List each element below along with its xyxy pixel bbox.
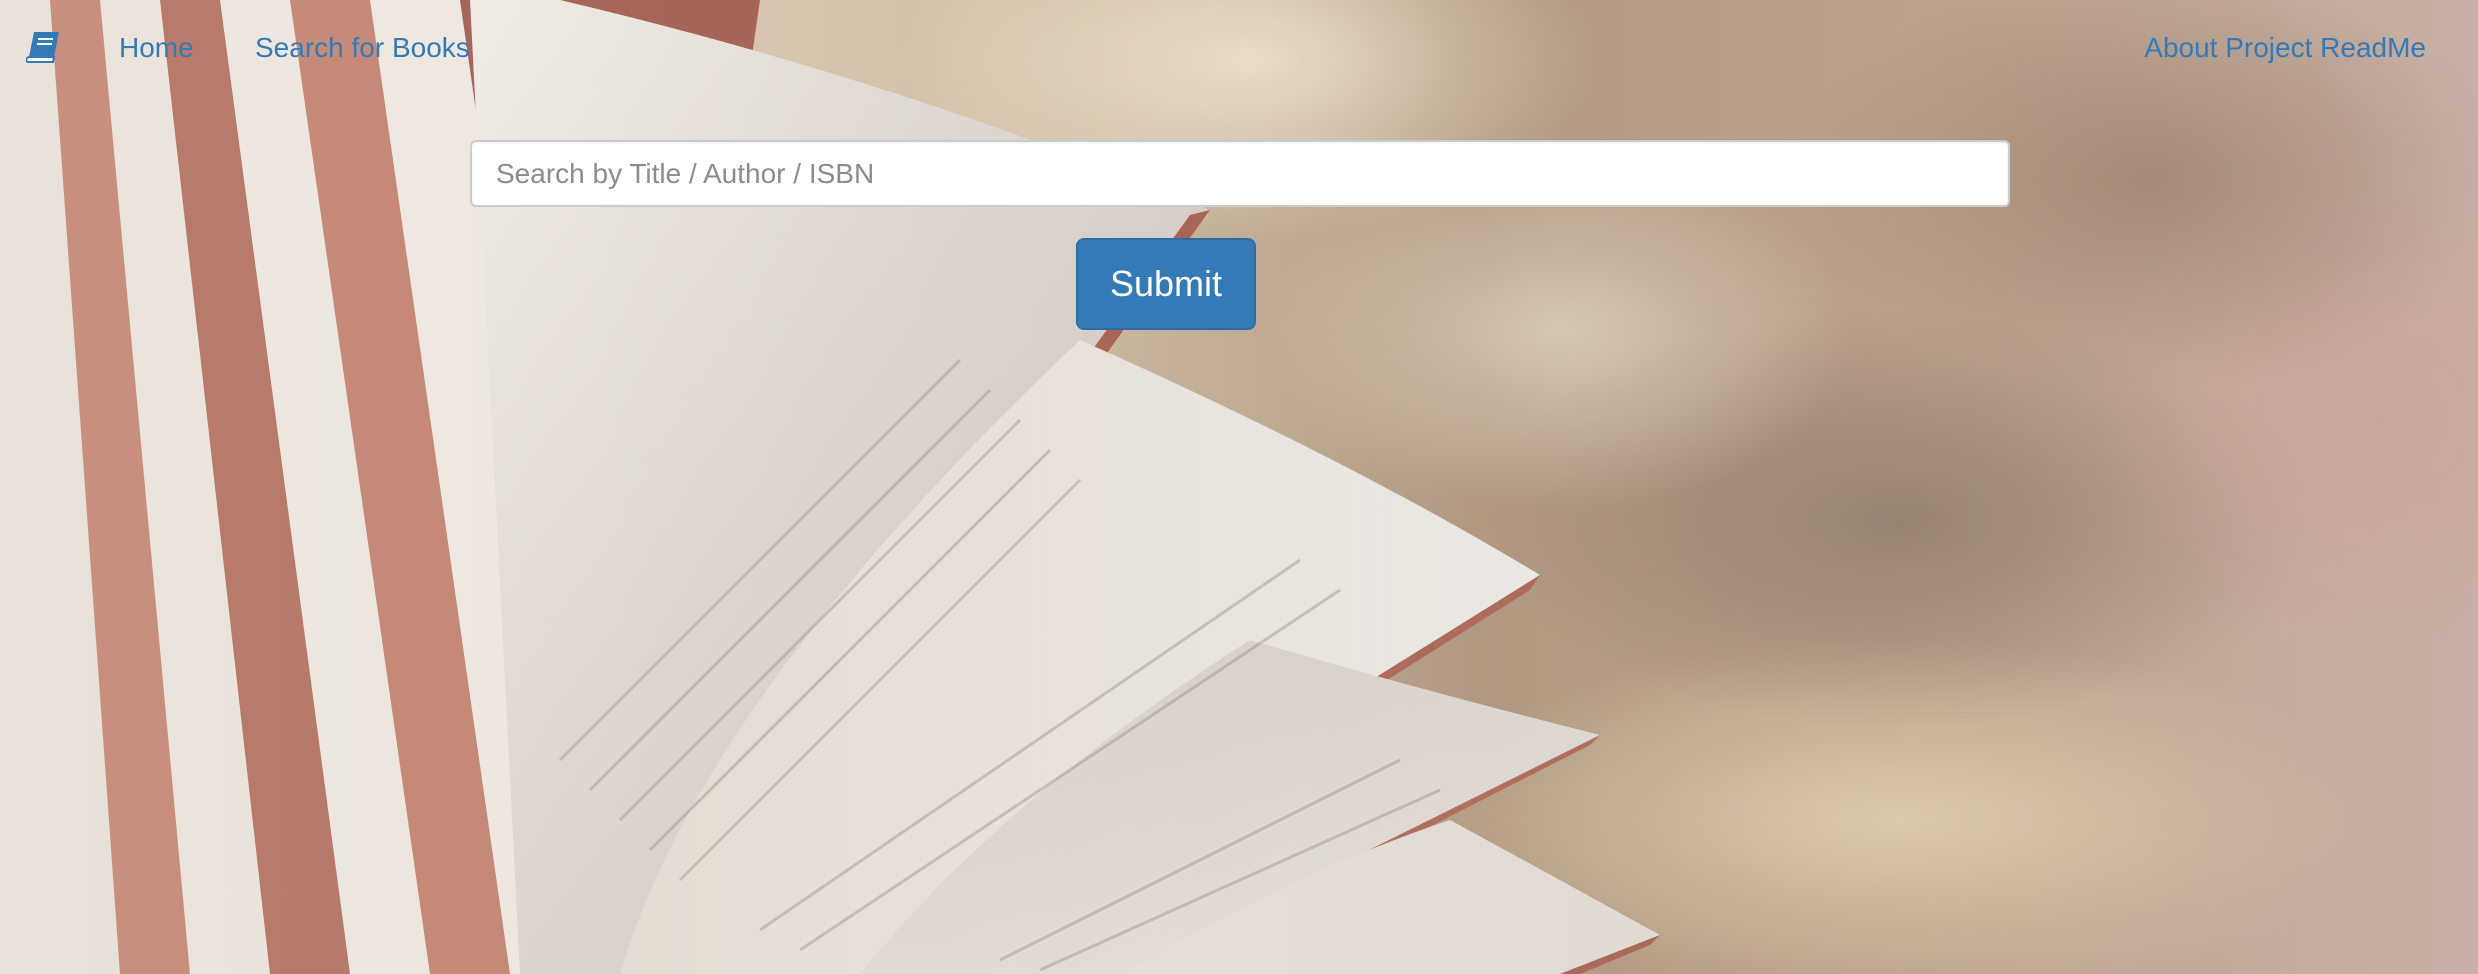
nav-home-link[interactable]: Home [119, 30, 194, 66]
book-icon[interactable] [25, 31, 60, 63]
nav-about-link[interactable]: About Project ReadMe [2144, 30, 2426, 66]
nav-search-books-link[interactable]: Search for Books [255, 30, 470, 66]
navbar: Home Search for Books About Project Read… [0, 0, 2478, 96]
submit-button[interactable]: Submit [1076, 238, 1256, 330]
search-form: Submit [470, 140, 2010, 330]
search-input[interactable] [470, 140, 2010, 207]
